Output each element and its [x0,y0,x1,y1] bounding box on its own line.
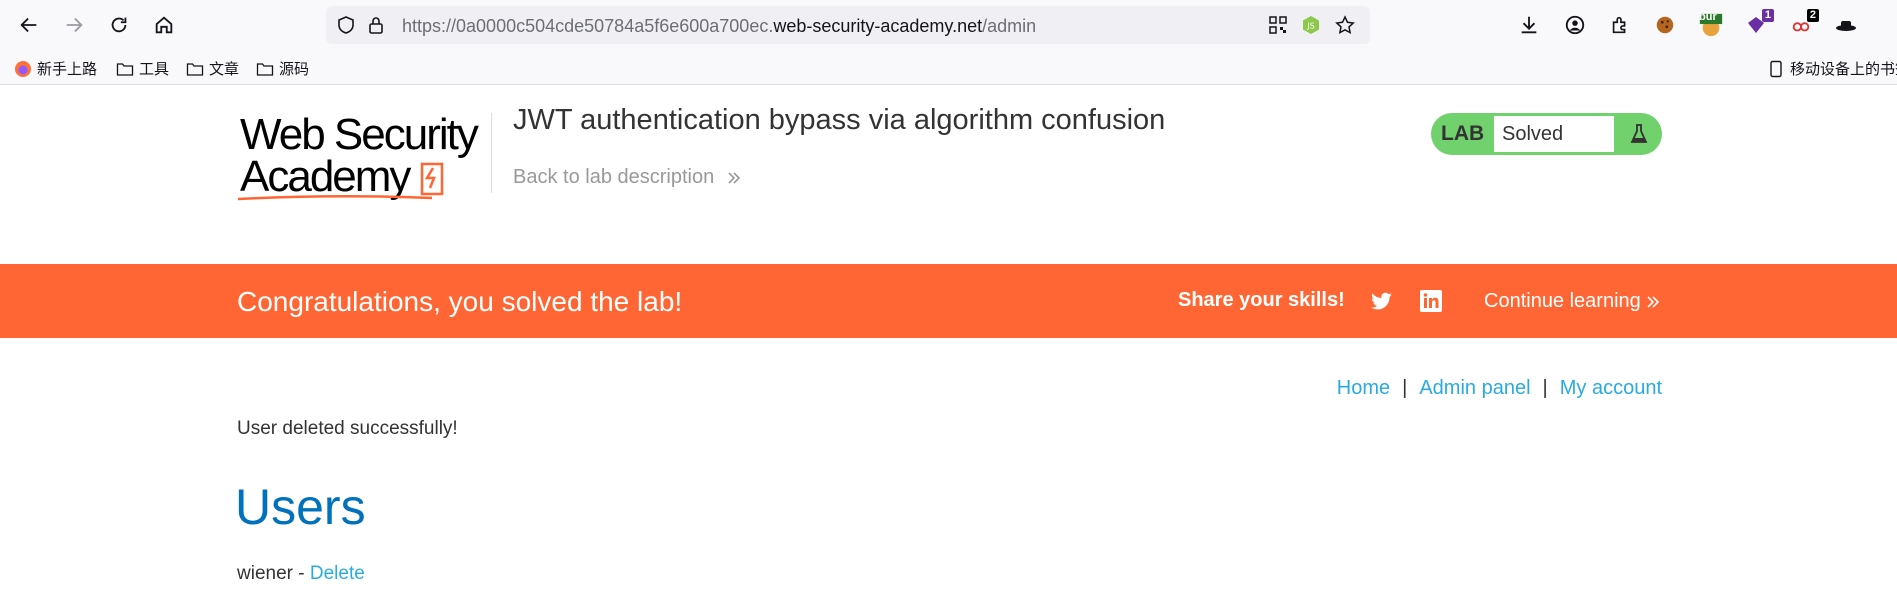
extension-red-icon[interactable]: 2 [1787,9,1819,39]
bookmark-folder-articles[interactable]: 文章 [186,58,239,79]
back-icon[interactable] [14,10,44,40]
bookmark-folder-tools[interactable]: 工具 [116,58,169,79]
linkedin-icon[interactable] [1419,289,1443,313]
logo-underline [237,194,433,201]
bookmark-star-icon[interactable] [1335,15,1355,35]
top-navigation: Home | Admin panel | My account [1336,377,1662,399]
lab-status-widget: LAB Solved [1431,113,1662,155]
continue-learning-link[interactable]: Continue learning [1484,290,1660,313]
browser-toolbar: https://0a0000c504cde50784a5f6e600a700ec… [0,0,1897,50]
cookie-icon[interactable] [1651,11,1679,39]
address-bar[interactable]: https://0a0000c504cde50784a5f6e600a700ec… [326,6,1370,44]
bookmark-folder-source[interactable]: 源码 [256,58,309,79]
firefox-icon [15,60,31,77]
qr-code-icon[interactable] [1268,15,1288,35]
status-badge: Solved [1493,115,1615,153]
reload-icon[interactable] [104,10,134,40]
lab-title: JWT authentication bypass via algorithm … [513,104,1166,136]
flask-icon [1630,124,1648,143]
nav-my-account-link[interactable]: My account [1560,377,1662,399]
forward-icon[interactable] [59,10,89,40]
hat-extension-icon[interactable] [1832,11,1860,39]
header-divider [491,113,492,193]
nav-home-link[interactable]: Home [1337,377,1390,399]
url-text[interactable]: https://0a0000c504cde50784a5f6e600a700ec… [402,16,1036,37]
shield-icon[interactable] [336,15,356,35]
delete-user-link[interactable]: Delete [310,563,365,584]
burp-extension-icon[interactable]: bur [1697,11,1725,39]
home-icon[interactable] [149,10,179,40]
folder-icon [256,62,274,76]
mobile-device-icon [1770,60,1782,77]
back-to-lab-link[interactable]: Back to lab description [513,166,742,189]
svg-text:JS: JS [1306,22,1314,31]
twitter-icon[interactable] [1369,289,1394,314]
share-label: Share your skills! [1178,289,1345,311]
folder-icon [186,62,204,76]
downloads-icon[interactable] [1515,11,1543,39]
mobile-bookmarks[interactable]: 移动设备上的书签 [1767,58,1897,79]
status-message: User deleted successfully! [237,418,458,439]
list-item: wiener - Delete [237,563,365,584]
lock-icon[interactable] [366,15,386,35]
nav-admin-panel-link[interactable]: Admin panel [1419,377,1530,399]
user-name: wiener [237,563,293,584]
chevron-double-right-icon [728,172,740,184]
account-icon[interactable] [1561,11,1589,39]
congrats-message: Congratulations, you solved the lab! [237,286,683,317]
folder-icon [116,62,134,76]
page-title: Users [235,479,366,535]
web-security-academy-logo[interactable]: Web Security Academy [236,110,488,202]
extensions-icon[interactable] [1606,11,1634,39]
extension-purple-icon[interactable]: 1 [1742,9,1774,39]
bookmark-firefox[interactable]: 新手上路 [14,58,97,79]
chevron-double-right-icon [1647,296,1660,308]
congratulations-banner: Congratulations, you solved the lab! Sha… [0,264,1897,338]
nodejs-icon[interactable]: JS [1301,15,1321,35]
bookmarks-bar: 新手上路 工具 文章 源码 移动设备上的书签 [0,50,1897,85]
